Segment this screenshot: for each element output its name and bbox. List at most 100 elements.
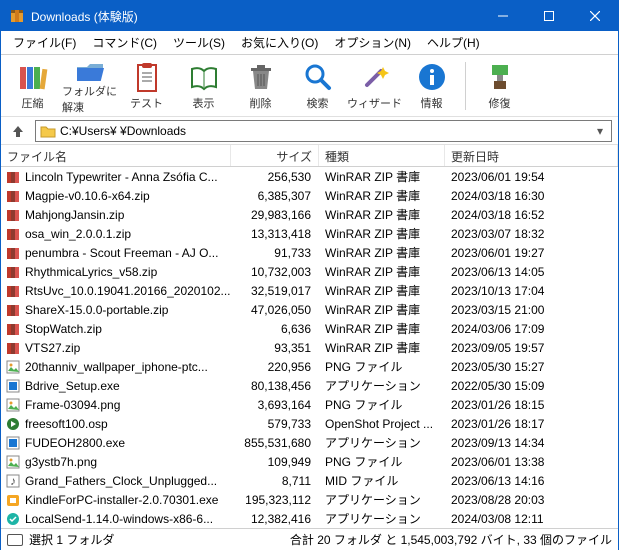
file-kind: WinRAR ZIP 書庫 — [319, 263, 445, 280]
table-row[interactable]: ♪Grand_Fathers_Clock_Unplugged...8,711MI… — [1, 471, 618, 490]
table-row[interactable]: RhythmicaLyrics_v58.zip10,732,003WinRAR … — [1, 262, 618, 281]
file-kind: PNG ファイル — [319, 396, 445, 413]
table-row[interactable]: FUDEOH2800.exe855,531,680アプリケーション2023/09… — [1, 433, 618, 452]
table-row[interactable]: freesoft100.osp579,733OpenShot Project .… — [1, 414, 618, 433]
info-button[interactable]: 情報 — [404, 57, 459, 115]
svg-text:♪: ♪ — [10, 474, 16, 488]
statusbar: 選択 1 フォルダ 合計 20 フォルダ と 1,545,003,792 バイト… — [1, 528, 618, 550]
maximize-button[interactable] — [526, 1, 572, 31]
view-button[interactable]: 表示 — [176, 57, 231, 115]
file-name: Magpie-v0.10.6-x64.zip — [25, 189, 150, 203]
app-icon — [9, 8, 25, 24]
file-name: LocalSend-1.14.0-windows-x86-6... — [25, 512, 213, 526]
file-kind: アプリケーション — [319, 510, 445, 527]
info-icon — [416, 61, 448, 93]
menu-file[interactable]: ファイル(F) — [5, 31, 84, 54]
file-size: 256,530 — [231, 170, 319, 184]
folder-icon — [40, 123, 56, 139]
book-open-icon — [188, 61, 220, 93]
address-box[interactable]: C:¥Users¥ ¥Downloads ▾ — [35, 120, 612, 142]
col-size[interactable]: サイズ — [231, 145, 319, 166]
table-row[interactable]: LocalSend-1.14.0-windows-x86-6... 12,382,… — [1, 509, 618, 528]
address-dropdown-icon[interactable]: ▾ — [593, 124, 607, 138]
file-kind: WinRAR ZIP 書庫 — [319, 282, 445, 299]
table-row[interactable]: RtsUvc_10.0.19041.20166_2020102...32,519… — [1, 281, 618, 300]
file-date: 2023/06/01 13:38 — [445, 455, 618, 469]
table-row[interactable]: g3ystb7h.png 109,949PNG ファイル2023/06/01 13… — [1, 452, 618, 471]
file-date: 2023/08/28 20:03 — [445, 493, 618, 507]
col-name[interactable]: ファイル名 — [1, 145, 231, 166]
table-row[interactable]: Frame-03094.png3,693,164PNG ファイル2023/01/… — [1, 395, 618, 414]
file-kind: PNG ファイル — [319, 453, 445, 470]
file-kind: アプリケーション — [319, 377, 445, 394]
table-row[interactable]: penumbra - Scout Freeman - AJ O...91,733… — [1, 243, 618, 262]
table-row[interactable]: 20thanniv_wallpaper_iphone-ptc... 220,956… — [1, 357, 618, 376]
titlebar: Downloads (体験版) — [1, 1, 618, 31]
file-size: 93,351 — [231, 341, 319, 355]
file-name: g3ystb7h.png — [25, 455, 97, 469]
file-date: 2023/01/26 18:15 — [445, 398, 618, 412]
extract-button[interactable]: フォルダに解凍 — [62, 57, 117, 115]
file-icon — [5, 416, 21, 432]
file-size: 109,949 — [231, 455, 319, 469]
up-button[interactable] — [7, 120, 29, 142]
file-icon — [5, 245, 21, 261]
wizard-button[interactable]: ウィザード — [347, 57, 402, 115]
file-size: 6,636 — [231, 322, 319, 336]
table-row[interactable]: Bdrive_Setup.exe80,138,456アプリケーション2022/0… — [1, 376, 618, 395]
file-date: 2023/09/05 19:57 — [445, 341, 618, 355]
file-size: 220,956 — [231, 360, 319, 374]
file-name: ShareX-15.0.0-portable.zip — [25, 303, 168, 317]
repair-button[interactable]: 修復 — [472, 57, 527, 115]
file-size: 32,519,017 — [231, 284, 319, 298]
file-size: 579,733 — [231, 417, 319, 431]
brush-icon — [484, 61, 516, 93]
table-row[interactable]: StopWatch.zip6,636WinRAR ZIP 書庫2024/03/0… — [1, 319, 618, 338]
table-row[interactable]: ShareX-15.0.0-portable.zip47,026,050WinR… — [1, 300, 618, 319]
address-text: C:¥Users¥ ¥Downloads — [60, 124, 593, 138]
test-button[interactable]: テスト — [119, 57, 174, 115]
menu-tools[interactable]: ツール(S) — [165, 31, 233, 54]
table-row[interactable]: osa_win_2.0.0.1.zip13,313,418WinRAR ZIP … — [1, 224, 618, 243]
file-date: 2023/05/30 15:27 — [445, 360, 618, 374]
table-row[interactable]: KindleForPC-installer-2.0.70301.exe195,3… — [1, 490, 618, 509]
file-kind: WinRAR ZIP 書庫 — [319, 339, 445, 356]
file-icon — [5, 492, 21, 508]
file-size: 195,323,112 — [231, 493, 319, 507]
file-size: 10,732,003 — [231, 265, 319, 279]
menu-command[interactable]: コマンド(C) — [84, 31, 165, 54]
file-size: 80,138,456 — [231, 379, 319, 393]
delete-button[interactable]: 削除 — [233, 57, 288, 115]
file-name: freesoft100.osp — [25, 417, 108, 431]
menu-favorites[interactable]: お気に入り(O) — [233, 31, 326, 54]
toolbar: 圧縮 フォルダに解凍 テスト 表示 削除 検索 ウィザード 情報 修復 — [1, 55, 618, 117]
find-button[interactable]: 検索 — [290, 57, 345, 115]
file-date: 2024/03/18 16:30 — [445, 189, 618, 203]
table-row[interactable]: Lincoln Typewriter - Anna Zsófia C...256… — [1, 167, 618, 186]
file-list[interactable]: Lincoln Typewriter - Anna Zsófia C...256… — [1, 167, 618, 528]
file-size: 12,382,416 — [231, 512, 319, 526]
menu-help[interactable]: ヘルプ(H) — [419, 31, 488, 54]
table-row[interactable]: VTS27.zip93,351WinRAR ZIP 書庫2023/09/05 1… — [1, 338, 618, 357]
file-size: 8,711 — [231, 474, 319, 488]
file-name: RtsUvc_10.0.19041.20166_2020102... — [25, 284, 231, 298]
file-icon — [5, 302, 21, 318]
file-size: 29,983,166 — [231, 208, 319, 222]
compress-button[interactable]: 圧縮 — [5, 57, 60, 115]
col-date[interactable]: 更新日時 — [445, 145, 618, 166]
minimize-button[interactable] — [480, 1, 526, 31]
close-button[interactable] — [572, 1, 618, 31]
menu-options[interactable]: オプション(N) — [326, 31, 419, 54]
file-name: 20thanniv_wallpaper_iphone-ptc... — [25, 360, 208, 374]
file-name: osa_win_2.0.0.1.zip — [25, 227, 131, 241]
file-kind: WinRAR ZIP 書庫 — [319, 206, 445, 223]
table-row[interactable]: MahjongJansin.zip29,983,166WinRAR ZIP 書庫… — [1, 205, 618, 224]
file-icon — [5, 207, 21, 223]
file-icon — [5, 397, 21, 413]
file-date: 2023/09/13 14:34 — [445, 436, 618, 450]
file-date: 2023/06/01 19:27 — [445, 246, 618, 260]
pathbar: C:¥Users¥ ¥Downloads ▾ — [1, 117, 618, 145]
col-kind[interactable]: 種類 — [319, 145, 445, 166]
table-row[interactable]: Magpie-v0.10.6-x64.zip6,385,307WinRAR ZI… — [1, 186, 618, 205]
file-date: 2023/03/07 18:32 — [445, 227, 618, 241]
